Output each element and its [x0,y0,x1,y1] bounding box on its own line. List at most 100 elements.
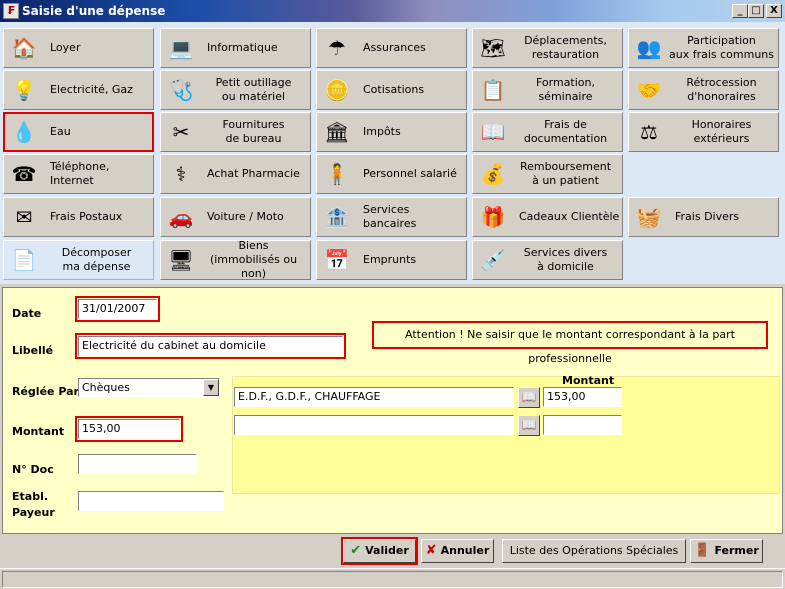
category-label: Personnel salarié [363,167,457,180]
fermer-button[interactable]: 🚪 Fermer [690,539,763,563]
book-icon[interactable]: 📖 [518,415,540,436]
category-button-déplacements-restauration[interactable]: 🗺 Déplacements, restauration [472,28,623,68]
category-button-téléphone-internet[interactable]: ☎ Téléphone, Internet [3,154,154,194]
category-label: Fournitures de bureau [222,118,285,145]
category-label: Electricité, Gaz [50,83,133,96]
category-button-eau[interactable]: 💧 Eau [3,112,154,152]
breakdown-montant-header: Montant [562,374,615,387]
category-label: Frais Postaux [50,210,123,223]
computer-assets-icon: 🖥 [168,248,194,272]
category-grid: 🏠 Loyer 💻 Informatique ☂ Assurances 🗺 Déplaceme… [0,22,785,284]
breakdown-description-1[interactable]: E.D.F., G.D.F., CHAUFFAGE [234,387,514,407]
category-button-impôts[interactable]: 🏛 Impôts [316,112,467,152]
category-button-participation-aux-frais-communs[interactable]: 👥 Participation aux frais communs [628,28,779,68]
basket-icon: 🧺 [636,205,662,229]
category-button-petit-outillage-ou-matériel[interactable]: 🩺 Petit outillage ou matériel [160,70,311,110]
category-button-electricité-gaz[interactable]: 💡 Electricité, Gaz [3,70,154,110]
ndoc-field[interactable] [78,454,197,474]
category-button-services-divers-à-domicile[interactable]: 💉 Services divers à domicile [472,240,623,280]
category-label: Rétrocession d'honoraires [686,76,757,103]
category-label: Participation aux frais communs [668,34,775,61]
libelle-field[interactable]: Electricité du cabinet au domicile [75,333,346,359]
category-label: Assurances [363,41,426,54]
category-label: Eau [50,125,71,138]
car-icon: 🚗 [168,205,194,229]
door-icon: 🚪 [694,543,711,558]
telephone-icon: ☎ [11,162,37,186]
category-label: Téléphone, Internet [50,160,110,187]
app-icon: ₣ [3,3,19,19]
stethoscope-icon: 🩺 [168,78,194,102]
status-cell [2,571,783,588]
date-field[interactable]: 31/01/2007 [75,296,160,322]
close-button[interactable]: X [766,4,782,18]
annuler-button[interactable]: ✘ Annuler [421,539,494,563]
payment-method-select[interactable]: Chèques ▼ [78,378,220,397]
libelle-label: Libellé [12,344,54,357]
category-button-biens-immobilisés-ou-non[interactable]: 🖥 Biens (immobilisés ou non) [160,239,311,280]
reglee-label: Réglée Par [12,385,79,398]
breakdown-description-2[interactable] [234,415,514,435]
category-button-cotisations[interactable]: 🪙 Cotisations [316,70,467,110]
montant-field[interactable]: 153,00 [75,416,183,442]
category-label: Décomposer ma dépense [61,246,132,273]
breakdown-amount-2[interactable] [543,415,622,435]
category-button-frais-de-documentation[interactable]: 📖 Frais de documentation [472,112,623,152]
category-label: Petit outillage ou matériel [215,76,292,103]
notice-text: Attention ! Ne saisir que le montant cor… [372,321,768,365]
category-label: Services divers à domicile [523,246,608,273]
people-icon: 👥 [636,36,662,60]
category-button-frais-postaux[interactable]: ✉ Frais Postaux [3,197,154,237]
france-map-icon: 🗺 [480,36,506,60]
category-button-rétrocession-d-honoraires[interactable]: 🤝 Rétrocession d'honoraires [628,70,779,110]
person-icon: 🧍 [324,162,350,186]
category-label: Voiture / Moto [207,210,284,223]
category-button-informatique[interactable]: 💻 Informatique [160,28,311,68]
book-icon[interactable]: 📖 [518,387,540,408]
category-label: Emprunts [363,253,417,266]
status-bar [0,568,785,589]
category-button-honoraires-extérieurs[interactable]: ⚖ Honoraires extérieurs [628,112,779,152]
category-label: Honoraires extérieurs [691,118,752,145]
ndoc-label: N° Doc [12,463,54,476]
category-button-cadeaux-clientèle[interactable]: 🎁 Cadeaux Clientèle [472,197,623,237]
category-button-loyer[interactable]: 🏠 Loyer [3,28,154,68]
category-button-voiture-moto[interactable]: 🚗 Voiture / Moto [160,197,311,237]
category-button-décomposer-ma-dépense[interactable]: 📄 Décomposer ma dépense [3,240,154,280]
category-button-remboursement-à-un-patient[interactable]: 💰 Remboursement à un patient [472,154,623,194]
lightbulb-icon: 💡 [11,78,37,102]
category-label: Frais de documentation [523,118,608,145]
checkmark-icon: ✔ [350,543,362,558]
gift-icon: 🎁 [480,205,506,229]
etabl-label: Etabl. [12,490,49,503]
category-label: Informatique [207,41,278,54]
category-button-achat-pharmacie[interactable]: ⚕ Achat Pharmacie [160,154,311,194]
category-label: Impôts [363,125,401,138]
montant-label: Montant [12,425,65,438]
category-button-services-bancaires[interactable]: 🏦 Services bancaires [316,197,467,237]
valider-button[interactable]: ✔ Valider [341,537,418,565]
category-button-assurances[interactable]: ☂ Assurances [316,28,467,68]
chevron-down-icon[interactable]: ▼ [203,379,219,396]
category-button-frais-divers[interactable]: 🧺 Frais Divers [628,197,779,237]
book-icon: 📖 [480,120,506,144]
maximize-button[interactable]: □ [748,4,764,18]
etabl-payeur-field[interactable] [78,491,224,511]
category-label: Formation, séminaire [535,76,596,103]
syringe-icon: 💉 [480,248,506,272]
category-label: Achat Pharmacie [207,167,300,180]
category-button-emprunts[interactable]: 📅 Emprunts [316,240,467,280]
computer-icon: 💻 [168,36,194,60]
category-label: Remboursement à un patient [519,160,612,187]
category-button-formation-séminaire[interactable]: 📋 Formation, séminaire [472,70,623,110]
minimize-button[interactable]: _ [732,4,748,18]
category-button-personnel-salarié[interactable]: 🧍 Personnel salarié [316,154,467,194]
liste-operations-button[interactable]: Liste des Opérations Spéciales [502,539,686,563]
category-button-fournitures-de-bureau[interactable]: ✂ Fournitures de bureau [160,112,311,152]
document-split-icon: 📄 [11,248,37,272]
umbrella-icon: ☂ [328,36,346,60]
handshake-icon: 🤝 [636,78,662,102]
caduceus-icon: ⚕ [175,162,187,186]
breakdown-amount-1[interactable]: 153,00 [543,387,622,407]
window-title: Saisie d'une dépense [22,4,166,18]
